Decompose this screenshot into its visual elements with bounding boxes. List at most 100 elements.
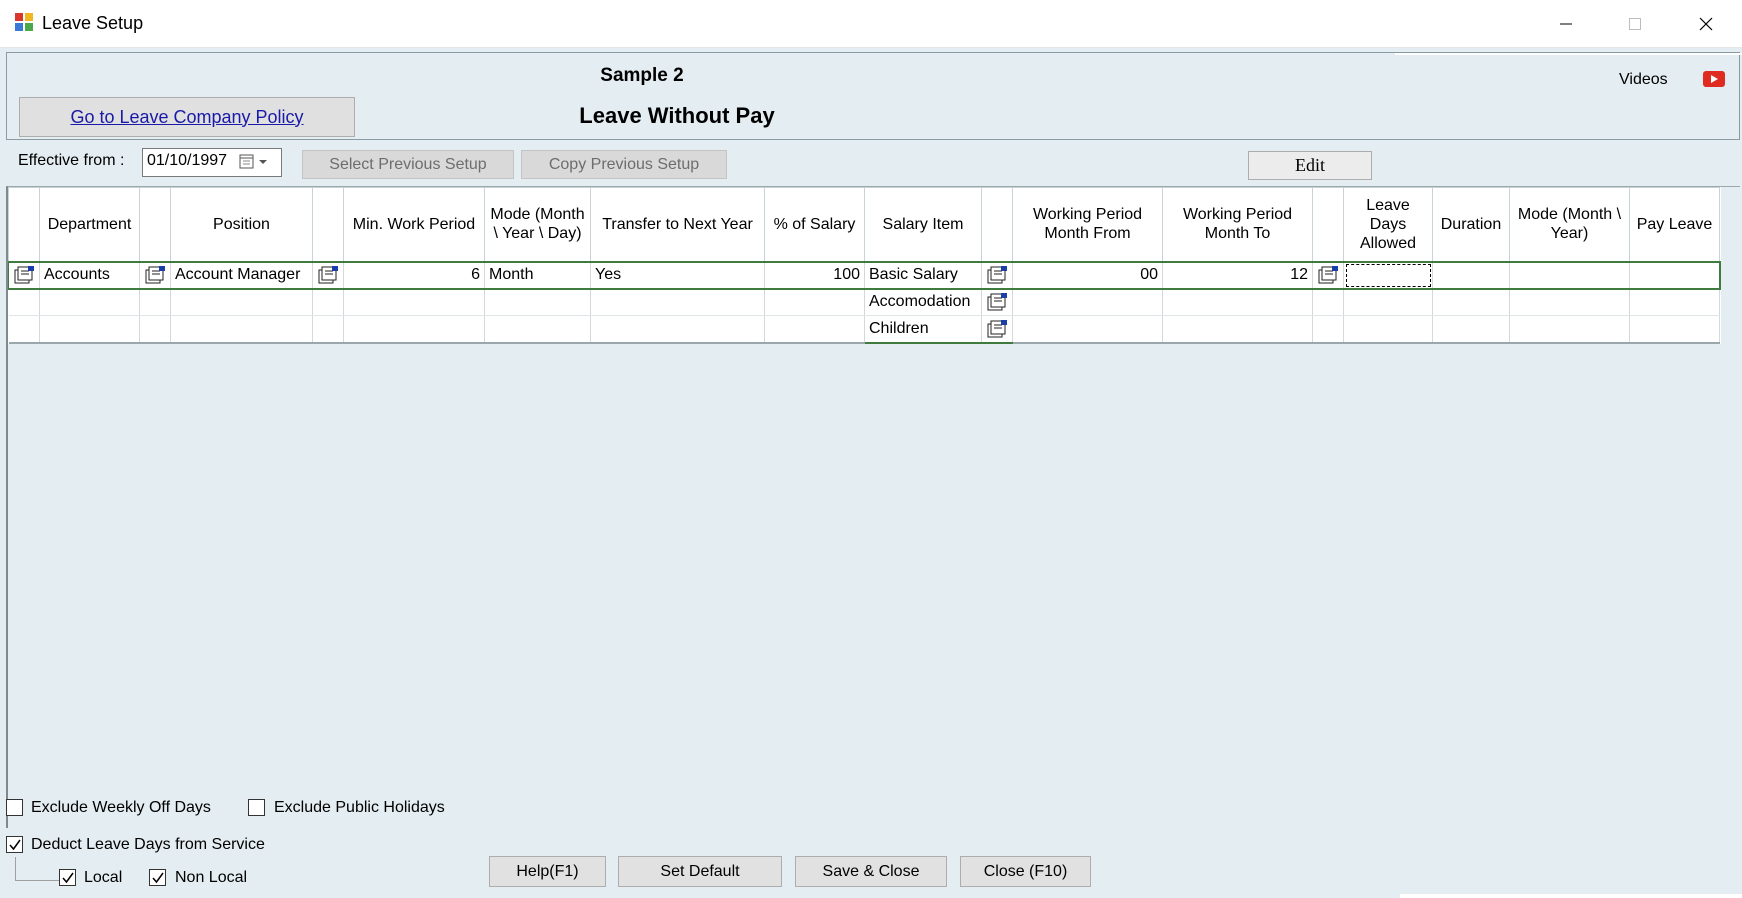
col-header-min-work-period[interactable]: Min. Work Period <box>343 187 485 262</box>
transfer-cell[interactable]: Yes <box>590 260 765 290</box>
set-default-button[interactable]: Set Default <box>618 856 782 887</box>
col-header-13 <box>1312 187 1344 262</box>
empty-cell <box>590 315 765 344</box>
col-header-wp-to[interactable]: Working Period Month To <box>1162 187 1313 262</box>
window-title: Leave Setup <box>42 13 144 33</box>
select-previous-setup-button[interactable]: Select Previous Setup <box>302 150 514 179</box>
salary-item-cell[interactable]: Accomodation <box>864 288 982 316</box>
empty-cell <box>1629 288 1720 316</box>
edit-button[interactable]: Edit <box>1248 151 1372 180</box>
deduct-leave-days-checkbox[interactable] <box>6 836 23 853</box>
table-row[interactable]: Accounts Account Manager 6 Month Yes 100… <box>8 260 1721 290</box>
col-header-mode-month-year[interactable]: Mode (Month \ Year) <box>1509 187 1630 262</box>
pay-leave-cell[interactable] <box>1629 260 1721 290</box>
empty-cell <box>139 315 171 344</box>
header-divider <box>1395 53 1742 55</box>
calendar-dropdown-icon[interactable] <box>239 154 273 175</box>
close-button[interactable]: Close (F10) <box>960 856 1091 887</box>
effective-date-value: 01/10/1997 <box>147 152 228 169</box>
col-header-salary-item[interactable]: Salary Item <box>864 187 982 262</box>
leave-days-cell[interactable] <box>1343 260 1433 290</box>
col-header-duration[interactable]: Duration <box>1432 187 1510 262</box>
min-work-period-cell[interactable]: 6 <box>343 260 485 290</box>
tree-connector <box>15 857 16 881</box>
position-lookup-icon[interactable] <box>312 260 344 290</box>
wp-from-cell[interactable]: 00 <box>1012 260 1163 290</box>
exclude-public-holidays-label: Exclude Public Holidays <box>274 799 445 816</box>
empty-cell <box>1509 288 1630 316</box>
col-header-wp-from[interactable]: Working Period Month From <box>1012 187 1163 262</box>
col-header-leave-days[interactable]: Leave Days Allowed <box>1343 187 1433 262</box>
empty-cell <box>343 288 485 316</box>
help-button[interactable]: Help(F1) <box>489 856 606 887</box>
col-header-pay-leave[interactable]: Pay Leave <box>1629 187 1720 262</box>
empty-cell <box>1432 315 1510 344</box>
table-row[interactable]: Children <box>8 315 1720 344</box>
app-icon <box>14 12 34 32</box>
local-checkbox[interactable] <box>59 869 76 886</box>
table-row[interactable]: Accomodation <box>8 288 1720 316</box>
mode-cell[interactable]: Month <box>484 260 591 290</box>
leave-setup-grid: Department Position Min. Work Period Mod… <box>8 187 1721 344</box>
deduct-leave-days-label: Deduct Leave Days from Service <box>31 836 265 853</box>
position-cell[interactable]: Account Manager <box>170 260 313 290</box>
empty-cell <box>8 288 40 316</box>
company-name: Sample 2 <box>600 65 684 86</box>
empty-cell <box>1432 288 1510 316</box>
minimize-button[interactable] <box>1532 0 1600 48</box>
empty-cell <box>484 315 591 344</box>
grid-header-row: Department Position Min. Work Period Mod… <box>8 187 1720 262</box>
col-header-position[interactable]: Position <box>170 187 313 262</box>
exclude-public-holidays-checkbox[interactable] <box>248 799 265 816</box>
col-header-4 <box>312 187 344 262</box>
go-to-company-policy-button[interactable]: Go to Leave Company Policy <box>19 97 355 137</box>
salary-item-lookup-icon[interactable] <box>981 288 1013 316</box>
exclude-weekly-off-checkbox[interactable] <box>6 799 23 816</box>
empty-cell <box>1343 288 1433 316</box>
maximize-button[interactable] <box>1601 0 1669 48</box>
row-edit-icon[interactable] <box>8 260 40 290</box>
effective-date-picker[interactable]: 01/10/1997 <box>142 148 282 177</box>
title-bar: Leave Setup <box>0 0 1742 48</box>
salary-item-lookup-icon[interactable] <box>981 315 1013 344</box>
empty-cell <box>39 315 140 344</box>
department-cell[interactable]: Accounts <box>39 260 140 290</box>
empty-cell <box>764 288 865 316</box>
col-header-pct-salary[interactable]: % of Salary <box>764 187 865 262</box>
salary-item-cell[interactable]: Children <box>864 315 982 344</box>
copy-previous-setup-button[interactable]: Copy Previous Setup <box>521 150 727 179</box>
empty-cell <box>170 288 313 316</box>
col-header-department[interactable]: Department <box>39 187 140 262</box>
empty-cell <box>590 288 765 316</box>
empty-cell <box>1629 315 1720 344</box>
salary-item-lookup-icon[interactable] <box>981 260 1013 290</box>
empty-cell <box>312 315 344 344</box>
local-label: Local <box>84 869 123 886</box>
mode-month-year-cell[interactable] <box>1509 260 1630 290</box>
col-header-10 <box>981 187 1013 262</box>
leave-type-title: Leave Without Pay <box>579 103 775 128</box>
col-header-mode[interactable]: Mode (Month \ Year \ Day) <box>484 187 591 262</box>
videos-label[interactable]: Videos <box>1619 71 1668 89</box>
col-header-0 <box>8 187 40 262</box>
duration-cell[interactable] <box>1432 260 1510 290</box>
bottom-edge <box>1400 894 1742 898</box>
empty-cell <box>139 288 171 316</box>
empty-cell <box>484 288 591 316</box>
empty-cell <box>1162 288 1313 316</box>
youtube-icon[interactable] <box>1703 71 1725 87</box>
tree-connector <box>15 880 59 881</box>
empty-cell <box>170 315 313 344</box>
working-period-lookup-icon[interactable] <box>1312 260 1344 290</box>
wp-to-cell[interactable]: 12 <box>1162 260 1313 290</box>
non-local-checkbox[interactable] <box>149 869 166 886</box>
salary-item-cell[interactable]: Basic Salary <box>864 260 982 290</box>
department-lookup-icon[interactable] <box>139 260 171 290</box>
pct-salary-cell[interactable]: 100 <box>764 260 865 290</box>
empty-cell <box>1012 288 1163 316</box>
empty-cell <box>312 288 344 316</box>
save-and-close-button[interactable]: Save & Close <box>795 856 947 887</box>
col-header-transfer[interactable]: Transfer to Next Year <box>590 187 765 262</box>
exclude-weekly-off-label: Exclude Weekly Off Days <box>31 799 211 816</box>
close-window-button[interactable] <box>1672 0 1740 48</box>
